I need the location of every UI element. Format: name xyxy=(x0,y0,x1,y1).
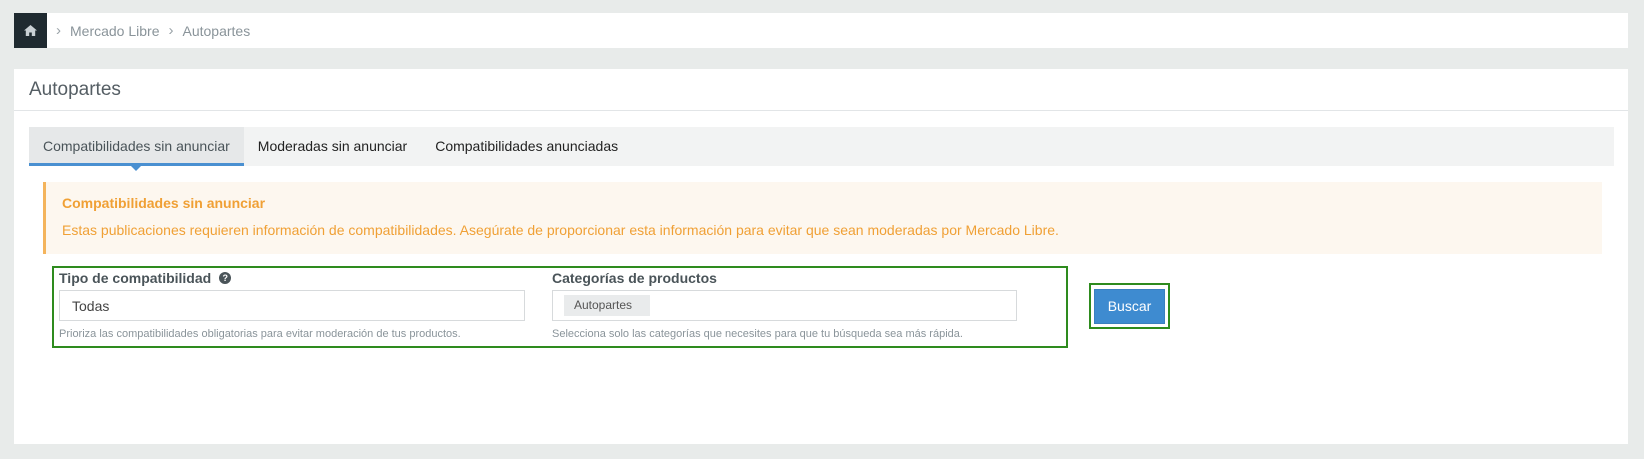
main-panel: Autopartes Compatibilidades sin anunciar… xyxy=(14,69,1628,444)
breadcrumb-item-autopartes[interactable]: Autopartes xyxy=(183,23,251,39)
tipo-compatibilidad-label-text: Tipo de compatibilidad xyxy=(59,270,212,286)
tab-compatibilidades-anunciadas[interactable]: Compatibilidades anunciadas xyxy=(421,127,632,166)
breadcrumb-item-mercado-libre[interactable]: Mercado Libre xyxy=(70,23,160,39)
chevron-right-icon: › xyxy=(168,22,174,39)
home-icon xyxy=(24,25,37,36)
tipo-compatibilidad-select[interactable]: Todas xyxy=(59,290,525,321)
filter-form: Tipo de compatibilidad ? Todas Prioriza … xyxy=(52,266,1068,348)
categorias-label: Categorías de productos xyxy=(552,270,717,286)
alert-title: Compatibilidades sin anunciar xyxy=(62,195,266,211)
categorias-help: Selecciona solo las categorías que neces… xyxy=(552,328,963,340)
category-tag[interactable]: Autopartes xyxy=(564,295,651,316)
tab-compatibilidades-sin-anunciar[interactable]: Compatibilidades sin anunciar xyxy=(29,127,244,171)
search-button[interactable]: Buscar xyxy=(1094,288,1165,324)
warning-alert: Compatibilidades sin anunciar Estas publ… xyxy=(43,182,1602,254)
breadcrumb: › Mercado Libre › Autopartes xyxy=(14,13,1628,48)
question-icon[interactable]: ? xyxy=(219,272,232,284)
tipo-compatibilidad-value: Todas xyxy=(72,297,110,314)
chevron-right-icon: › xyxy=(56,22,61,39)
home-button[interactable] xyxy=(14,13,47,48)
page-title: Autopartes xyxy=(29,79,121,100)
divider xyxy=(14,110,1628,111)
alert-text: Estas publicaciones requieren informació… xyxy=(62,222,1059,238)
tipo-compatibilidad-help: Prioriza las compatibilidades obligatori… xyxy=(59,328,461,340)
tab-bar: Compatibilidades sin anunciar Moderadas … xyxy=(29,127,1614,171)
tab-moderadas-sin-anunciar[interactable]: Moderadas sin anunciar xyxy=(244,127,421,166)
tipo-compatibilidad-label: Tipo de compatibilidad ? xyxy=(59,270,232,286)
categorias-input[interactable]: Autopartes xyxy=(552,290,1017,321)
search-button-highlight: Buscar xyxy=(1089,283,1170,329)
